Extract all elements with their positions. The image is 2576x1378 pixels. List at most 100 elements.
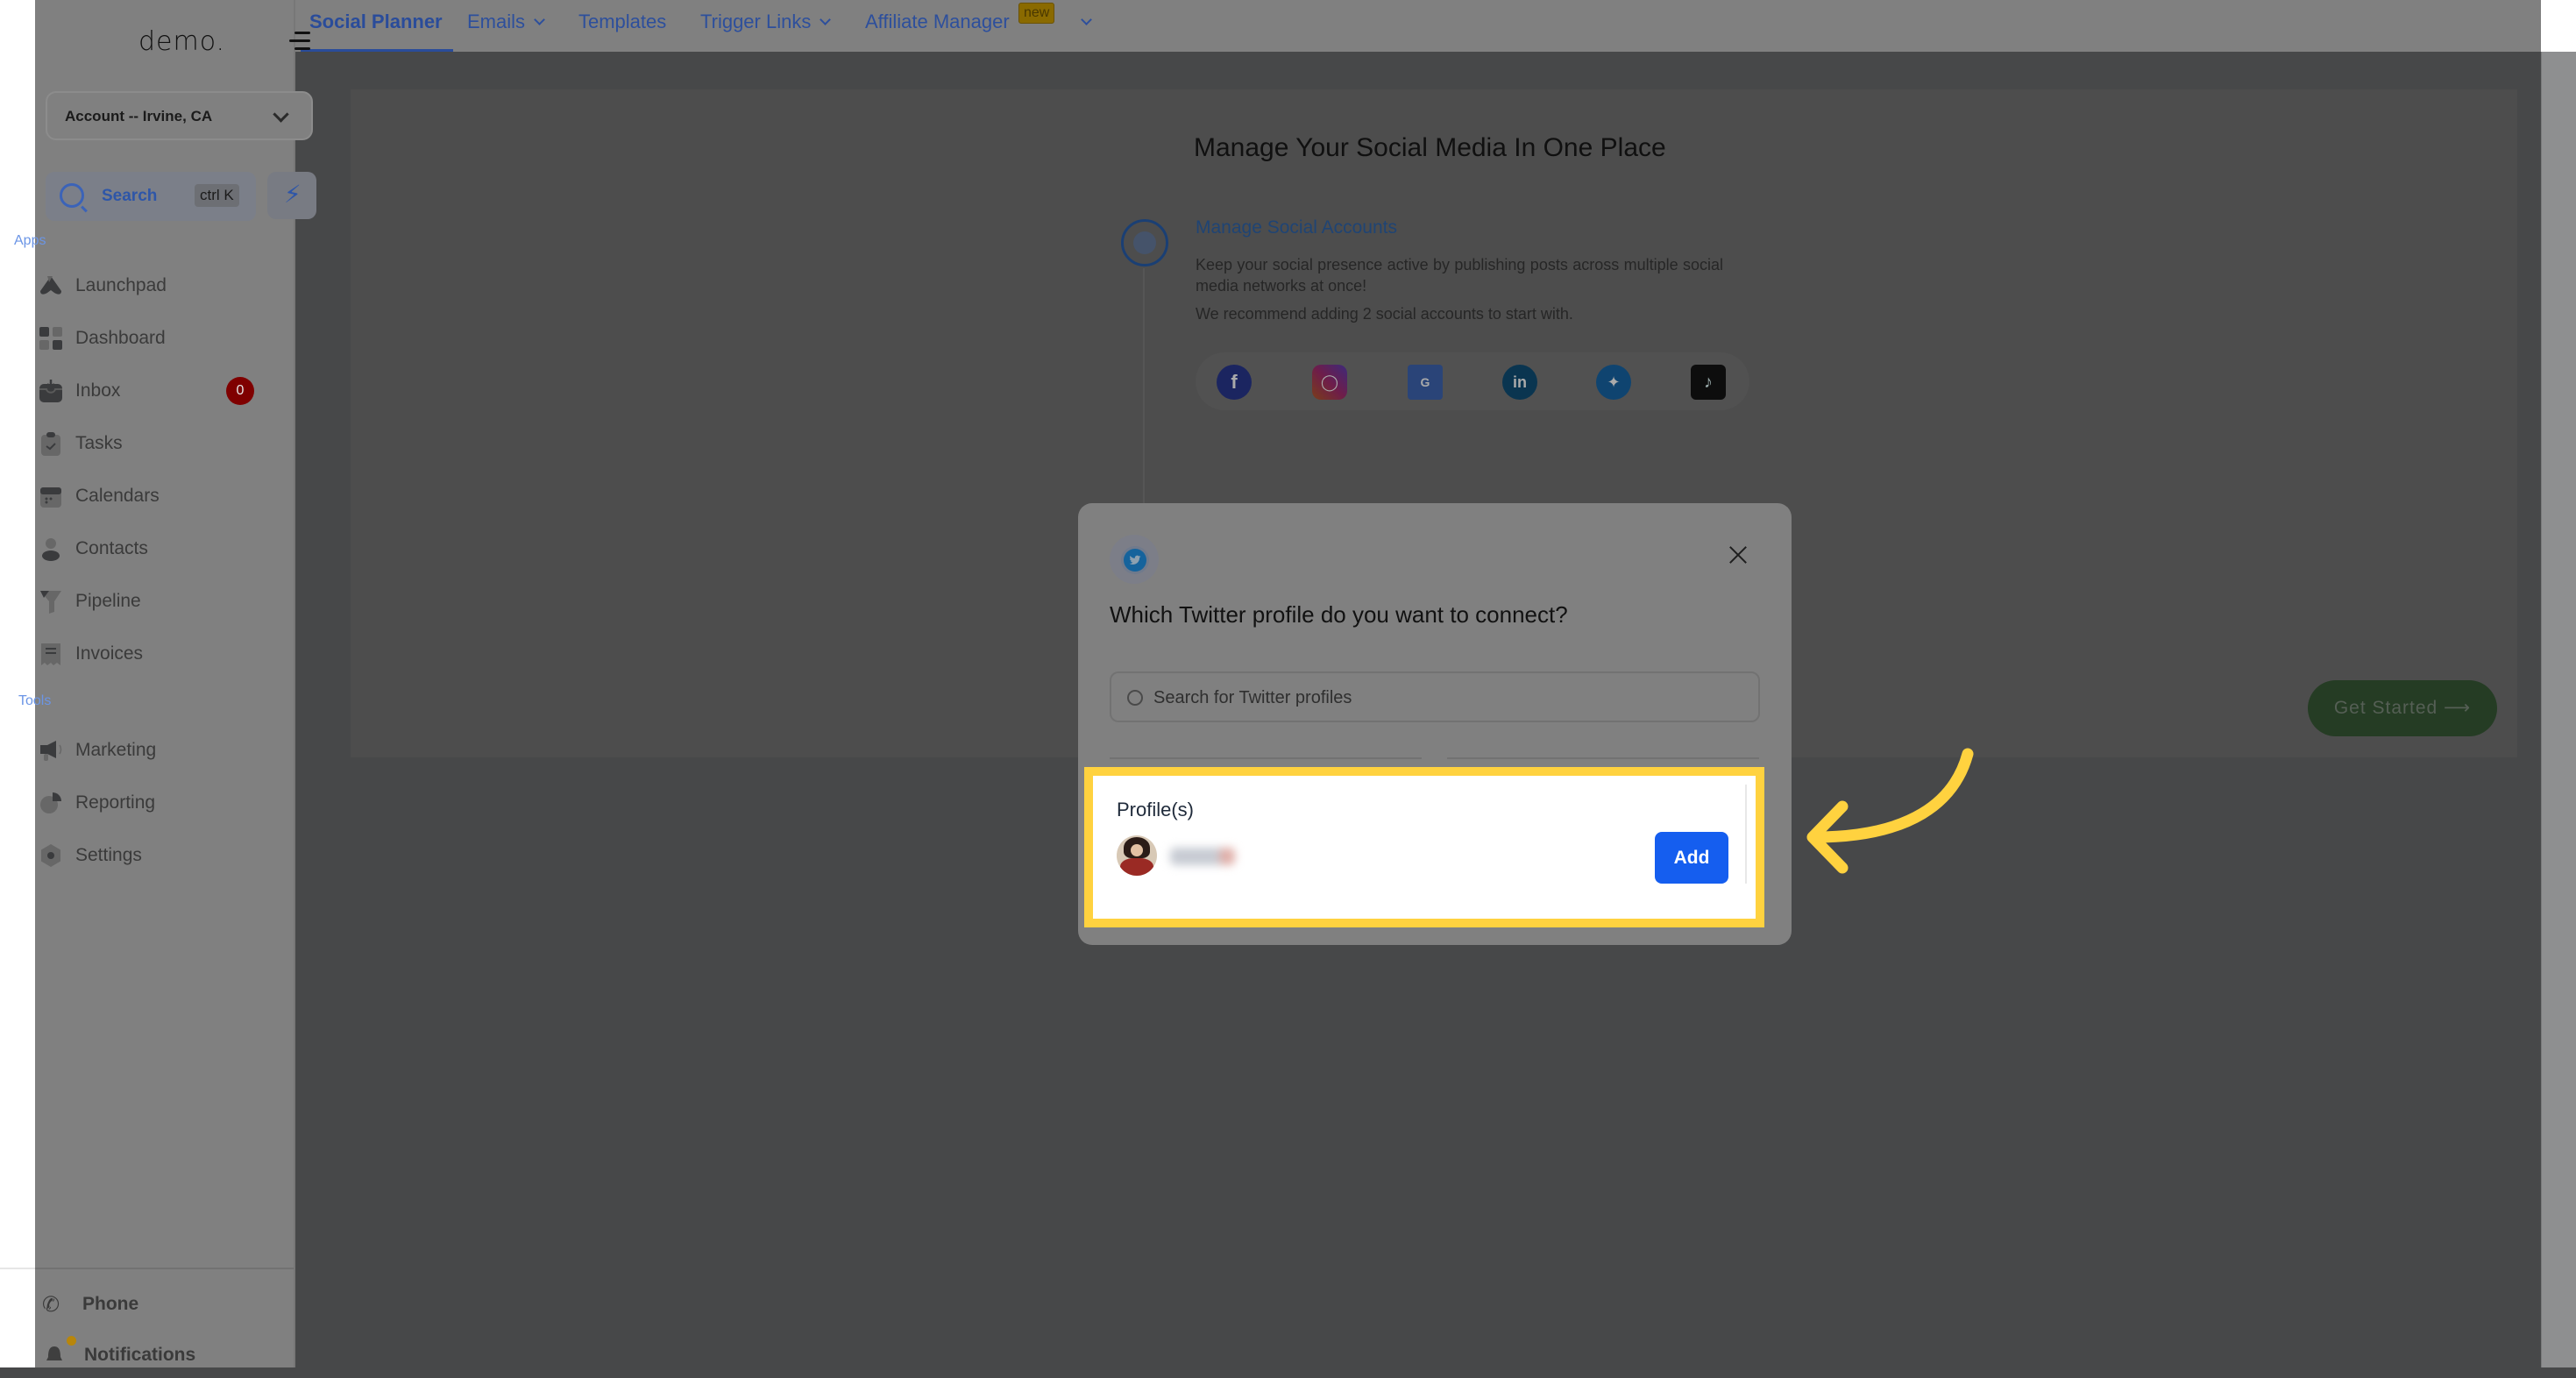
chevron-down-icon (820, 14, 832, 25)
sidebar-item-tasks[interactable]: Tasks (35, 421, 294, 466)
sidebar-item-label: Invoices (75, 643, 144, 664)
account-switcher[interactable]: Account -- Irvine, CA (46, 91, 313, 140)
page-title: Manage Your Social Media In One Place (1194, 133, 1666, 162)
tab-social-planner[interactable]: Social Planner (309, 11, 443, 33)
inbox-icon (39, 379, 63, 403)
logo: demo. (138, 26, 226, 57)
sidebar-item-label: Dashboard (75, 328, 166, 348)
more-tabs-dropdown[interactable] (1081, 11, 1092, 33)
sidebar-item-label: Pipeline (75, 591, 141, 611)
modal-title: Which Twitter profile do you want to con… (1110, 601, 1568, 628)
profile-name-blurred (1170, 848, 1235, 865)
sidebar-item-phone[interactable]: ✆ Phone (35, 1282, 294, 1327)
new-badge: new (1018, 3, 1055, 24)
gear-icon (39, 843, 63, 868)
divider (1447, 757, 1759, 759)
step-indicator (1121, 219, 1168, 266)
sidebar-item-label: Inbox (75, 380, 121, 401)
sidebar-item-label: Phone (82, 1294, 139, 1314)
sidebar-item-marketing[interactable]: Marketing (35, 728, 294, 773)
right-edge-strip (2541, 0, 2576, 52)
sidebar-item-invoices[interactable]: Invoices (35, 631, 294, 677)
step-description: Keep your social presence active by publ… (1196, 256, 1723, 295)
phone-icon: ✆ (42, 1293, 60, 1317)
tab-templates[interactable]: Templates (578, 11, 666, 33)
tab-emails[interactable]: Emails (467, 11, 545, 33)
calendar-icon (39, 484, 63, 508)
apps-section-label: Apps (14, 233, 46, 248)
sidebar-item-label: Tasks (75, 433, 123, 453)
scrollbar-track[interactable] (2541, 52, 2576, 1367)
sidebar-item-label: Calendars (75, 486, 160, 506)
top-navigation: Social Planner Emails Templates Trigger … (294, 0, 2541, 52)
step-title-link[interactable]: Manage Social Accounts (1196, 217, 1397, 238)
sidebar-item-reporting[interactable]: Reporting (35, 780, 294, 826)
linkedin-icon[interactable]: in (1502, 365, 1537, 400)
sidebar-item-settings[interactable]: Settings (35, 833, 294, 878)
search-icon (1127, 690, 1143, 706)
clipboard-check-icon (39, 431, 63, 456)
divider (1110, 757, 1422, 759)
sidebar-item-inbox[interactable]: Inbox 0 (35, 368, 294, 414)
twitter-icon (1124, 549, 1146, 572)
social-network-bar: f ◯ G in ✦ ♪ (1196, 352, 1749, 410)
close-icon[interactable] (1727, 543, 1749, 566)
twitter-icon[interactable]: ✦ (1596, 365, 1631, 400)
bell-icon (44, 1343, 68, 1367)
tab-affiliate-manager[interactable]: Affiliate Manager (865, 11, 1010, 33)
keyboard-shortcut: ctrl K (195, 184, 239, 207)
sidebar-item-calendars[interactable]: Calendars (35, 473, 294, 519)
quick-actions-button[interactable]: ⚡︎ (267, 172, 316, 219)
lightning-icon: ⚡︎ (284, 181, 302, 208)
chevron-down-icon (1081, 14, 1092, 25)
list-scrollbar[interactable] (1745, 785, 1747, 884)
grid-icon (39, 326, 63, 351)
instagram-icon[interactable]: ◯ (1312, 365, 1347, 400)
sidebar-item-label: Settings (75, 845, 142, 865)
get-started-button[interactable]: Get Started ⟶ (2308, 680, 2497, 736)
sidebar-item-notifications[interactable]: Notifications (35, 1332, 294, 1378)
sidebar-item-label: Contacts (75, 538, 148, 558)
tiktok-icon[interactable]: ♪ (1691, 365, 1726, 400)
active-tab-indicator (301, 49, 453, 52)
profiles-list-highlight: Profile(s) Add (1084, 767, 1764, 927)
tab-emails-label: Emails (467, 11, 526, 32)
tools-section-label: Tools (18, 693, 52, 708)
google-business-icon[interactable]: G (1408, 365, 1443, 400)
search-button[interactable]: Search ctrl K (46, 172, 256, 221)
facebook-icon[interactable]: f (1217, 365, 1252, 400)
annotation-arrow (1806, 748, 1974, 874)
sidebar-item-label: Reporting (75, 792, 156, 813)
divider (0, 1268, 35, 1269)
receipt-icon (39, 642, 63, 666)
add-profile-button[interactable]: Add (1655, 832, 1728, 884)
collapse-menu-icon[interactable] (289, 32, 310, 51)
pie-chart-icon (39, 791, 63, 815)
sidebar-item-launchpad[interactable]: Launchpad (35, 263, 294, 309)
avatar (1117, 835, 1157, 876)
sidebar-item-pipeline[interactable]: Pipeline (35, 579, 294, 624)
divider (35, 1268, 294, 1269)
profile-search-field (1110, 671, 1760, 722)
chevron-down-icon (273, 106, 289, 123)
search-icon (60, 183, 84, 208)
megaphone-icon (39, 738, 63, 763)
sidebar-item-dashboard[interactable]: Dashboard (35, 316, 294, 361)
sidebar-item-label: Marketing (75, 740, 157, 760)
sidebar: demo. Account -- Irvine, CA Search ctrl … (35, 0, 316, 1367)
user-icon (39, 536, 63, 561)
tab-trigger-links[interactable]: Trigger Links (700, 11, 832, 33)
sidebar-item-label: Notifications (84, 1345, 196, 1365)
step-recommendation: We recommend adding 2 social accounts to… (1196, 305, 1573, 323)
profile-search-input[interactable] (1152, 673, 1751, 722)
search-label: Search (102, 187, 158, 205)
notification-dot (67, 1336, 76, 1346)
sidebar-item-contacts[interactable]: Contacts (35, 526, 294, 572)
step-connector (1143, 268, 1145, 505)
unread-count-badge: 0 (226, 377, 254, 405)
sidebar-item-label: Launchpad (75, 275, 167, 295)
profiles-heading: Profile(s) (1117, 799, 1195, 820)
chevron-down-icon (534, 14, 545, 25)
rocket-icon (39, 273, 63, 298)
left-edge-strip (0, 0, 35, 1367)
